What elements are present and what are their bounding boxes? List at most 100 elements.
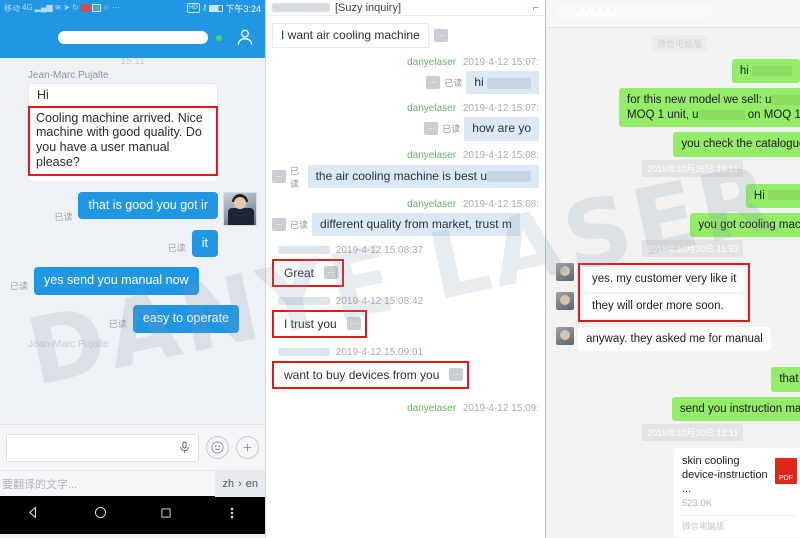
- wechat-panel: · · · · · 微信电脑版 hi for this new model we…: [546, 0, 800, 538]
- wechat-incoming-bubble[interactable]: anyway. they asked me for manual: [578, 327, 771, 352]
- translate-input[interactable]: 要翻译的文字...: [2, 476, 77, 492]
- wechat-outgoing-row[interactable]: hi: [556, 59, 800, 84]
- im-incoming-text[interactable]: Great: [278, 262, 321, 283]
- screenshot-notification-icon: [91, 4, 101, 12]
- im-timestamp: 2019-4-12 15:07:: [462, 57, 539, 69]
- im-outgoing-row[interactable]: ⋯ 已读 how are yo: [272, 117, 539, 141]
- wechat-outgoing-row[interactable]: that is go: [556, 367, 800, 392]
- target-language-label: en: [245, 477, 258, 490]
- arrow-right-icon: ›: [238, 477, 242, 490]
- wechat-incoming-bubble[interactable]: they will order more soon.: [584, 293, 745, 318]
- rotate-icon: ↻: [72, 3, 79, 12]
- file-attachment-card[interactable]: skin cooling device-instruction ... 523.…: [674, 448, 800, 538]
- read-receipt-label: 已读: [290, 165, 300, 189]
- recents-square-icon[interactable]: [159, 506, 173, 525]
- star-icon: ☆: [102, 3, 110, 12]
- wechat-incoming-row[interactable]: anyway. they asked me for manual: [556, 327, 794, 352]
- im-contact-name-redacted: [272, 3, 330, 12]
- im-timestamp: 2019-4-12 15:08:42: [335, 295, 424, 307]
- message-options-icon[interactable]: ⋯: [346, 317, 361, 331]
- desktop-im-panel: [Suzy inquiry] ⌐ I want air cooling mach…: [266, 0, 546, 538]
- message-options-icon[interactable]: ⋯: [324, 266, 339, 280]
- im-window-header: [Suzy inquiry] ⌐: [266, 0, 545, 16]
- wechat-outgoing-bubble[interactable]: send you instruction manual l.: [671, 396, 800, 422]
- outgoing-message-row[interactable]: 已读 it: [8, 229, 257, 258]
- im-timestamp: 2019-4-12 15:07:: [462, 103, 539, 115]
- profile-icon[interactable]: [235, 27, 255, 47]
- source-language-label: zh: [222, 477, 235, 490]
- im-message-meta: danyelaser 2019-4-12 15:07:: [272, 57, 539, 68]
- im-outgoing-row[interactable]: ⋯ 已读 hi: [272, 71, 539, 95]
- message-options-icon[interactable]: ⋯: [426, 76, 441, 90]
- network-type-label: 4G: [22, 3, 33, 12]
- im-outgoing-row[interactable]: ⋯ 已读 different quality from market, trus…: [272, 212, 539, 236]
- wechat-outgoing-row[interactable]: you check the catalogue for: [556, 132, 800, 157]
- outgoing-message-bubble[interactable]: it: [191, 229, 218, 258]
- home-circle-icon[interactable]: [93, 505, 108, 525]
- im-sender-name: danyelaser: [407, 57, 457, 69]
- translate-bar[interactable]: 要翻译的文字... zh › en: [0, 470, 265, 497]
- wechat-file-row[interactable]: skin cooling device-instruction ... 523.…: [556, 448, 800, 538]
- im-outgoing-text[interactable]: how are yo: [464, 117, 539, 141]
- im-outgoing-text[interactable]: the air cooling machine is best u: [307, 164, 539, 189]
- wechat-time-divider: 2018年10月30日 11:53: [642, 237, 794, 259]
- outgoing-message-row[interactable]: 已读 easy to operate: [8, 305, 257, 333]
- read-receipt-label: 已读: [10, 281, 29, 291]
- wechat-outgoing-bubble[interactable]: Hi: [745, 183, 800, 208]
- wechat-outgoing-bubble[interactable]: hi: [731, 59, 800, 84]
- wechat-time-divider: 2018年10月30日 12:11: [642, 421, 794, 443]
- im-outgoing-row[interactable]: ⋯ 已读 the air cooling machine is best u: [272, 164, 539, 190]
- highlight-box-trust: I trust you ⋯: [272, 309, 367, 338]
- wechat-outgoing-row[interactable]: send you instruction manual l.: [556, 396, 800, 422]
- plus-icon[interactable]: [236, 436, 259, 459]
- im-outgoing-text[interactable]: hi: [466, 71, 539, 95]
- incoming-message-bubble[interactable]: Hi Cooling machine arrived. Nice machine…: [28, 83, 218, 182]
- outgoing-message-row[interactable]: 已读 yes send you manual now: [8, 267, 257, 295]
- vpn-key-icon: ⚷: [201, 3, 208, 12]
- message-input[interactable]: [6, 433, 199, 462]
- im-message-list[interactable]: I want air cooling machine ⋯ danyelaser …: [266, 16, 545, 538]
- message-options-icon[interactable]: ⋯: [433, 29, 448, 43]
- status-bar-right-icons: HD ⚷ 下午3:24: [186, 2, 261, 15]
- wechat-header: · · · · ·: [546, 0, 800, 28]
- im-message-meta: danyelaser 2019-4-12 15:08:: [272, 150, 539, 161]
- phone-chat-thread[interactable]: 15:11 Jean-Marc Pujalte Hi Cooling machi…: [0, 58, 265, 424]
- im-outgoing-text[interactable]: different quality from market, trust m: [312, 212, 520, 236]
- im-message-meta: danyelaser 2019-4-12 15:09:: [272, 403, 539, 414]
- wechat-outgoing-bubble[interactable]: for this new model we sell: u MOQ 1 unit…: [619, 88, 800, 128]
- screenshot-root: 移动 4G ▂▄▆ ≋ ➤ ↻ ☆ ⋯ HD ⚷ 下午3:24 15:11 Je…: [0, 0, 800, 538]
- wechat-message-list[interactable]: 微信电脑版 hi for this new model we sell: u M…: [546, 28, 800, 538]
- avatar: [556, 327, 574, 345]
- overflow-menu-icon[interactable]: [225, 506, 239, 525]
- outgoing-message-bubble[interactable]: that is good you got ir: [78, 191, 218, 220]
- wechat-outgoing-bubble[interactable]: you check the catalogue for: [673, 132, 800, 157]
- im-incoming-message[interactable]: I want air cooling machine ⋯: [272, 23, 448, 49]
- outgoing-message-bubble[interactable]: yes send you manual now: [34, 267, 199, 295]
- im-timestamp: 2019-4-12 15:09:01: [335, 346, 424, 358]
- wechat-outgoing-row[interactable]: you got cooling machin: [556, 212, 800, 238]
- language-toggle[interactable]: zh › en: [215, 470, 265, 497]
- back-triangle-icon[interactable]: [26, 505, 41, 525]
- im-message-meta: 2019-4-12 15:08:42: [278, 296, 539, 307]
- message-options-icon[interactable]: ⋯: [272, 170, 286, 184]
- message-options-icon[interactable]: ⋯: [449, 368, 464, 382]
- outgoing-message-bubble[interactable]: easy to operate: [132, 305, 239, 333]
- microphone-icon[interactable]: [178, 440, 191, 455]
- wechat-outgoing-row[interactable]: Hi: [556, 183, 800, 208]
- wechat-outgoing-bubble[interactable]: that is go: [771, 367, 800, 392]
- im-incoming-text: I want air cooling machine: [272, 23, 429, 49]
- read-receipt-label: 已读: [54, 211, 73, 222]
- wechat-outgoing-bubble[interactable]: you got cooling machin: [690, 212, 800, 238]
- wechat-incoming-bubble[interactable]: yes. my customer very like it: [584, 267, 745, 292]
- outgoing-message-row[interactable]: 已读 that is good you got ir: [8, 191, 257, 226]
- im-message-meta: 2019-4-12 15:08:37: [278, 245, 539, 256]
- message-options-icon[interactable]: ⋯: [424, 122, 439, 136]
- message-options-icon[interactable]: ⋯: [272, 217, 286, 231]
- redaction-block: [768, 190, 800, 201]
- expand-icon[interactable]: ⌐: [533, 2, 539, 14]
- smiley-icon[interactable]: [206, 436, 229, 459]
- redaction-block: [752, 65, 792, 76]
- wechat-outgoing-row[interactable]: for this new model we sell: u MOQ 1 unit…: [556, 88, 800, 128]
- im-incoming-text[interactable]: I trust you: [278, 313, 343, 334]
- im-incoming-text[interactable]: want to buy devices from you: [278, 364, 446, 385]
